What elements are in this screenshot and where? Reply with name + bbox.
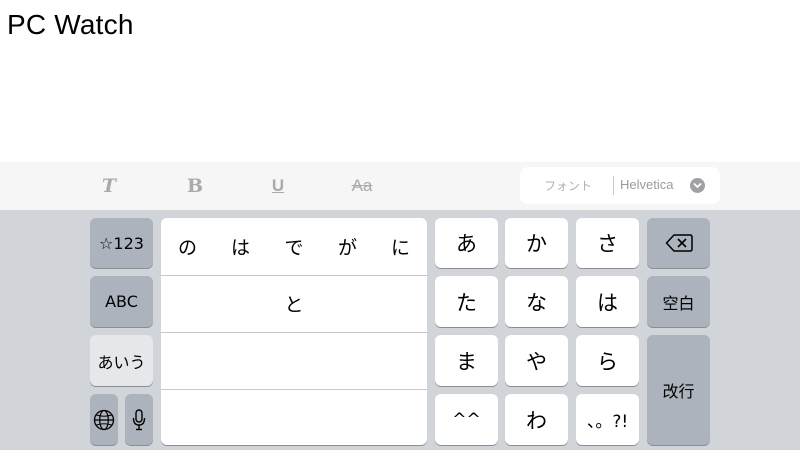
abc-key[interactable]: ABC xyxy=(90,276,153,327)
kana-key-wa[interactable]: わ xyxy=(505,394,568,445)
candidate-item[interactable]: と xyxy=(161,275,427,332)
kana-key-ma[interactable]: ま xyxy=(435,335,498,386)
underline-button[interactable]: U xyxy=(268,174,288,198)
chevron-down-icon[interactable] xyxy=(690,178,705,193)
kaomoji-key[interactable]: ^^ xyxy=(435,394,498,445)
kana-key-na[interactable]: な xyxy=(505,276,568,327)
candidate-row-empty xyxy=(161,332,427,390)
candidate-item[interactable]: の xyxy=(161,218,214,275)
microphone-icon[interactable] xyxy=(125,394,153,445)
candidate-panel: の は で が に と xyxy=(161,218,427,445)
enter-key[interactable]: 改行 xyxy=(647,335,710,445)
candidate-item[interactable]: が xyxy=(321,218,374,275)
candidate-item[interactable]: に xyxy=(374,218,427,275)
font-divider xyxy=(613,176,614,195)
document-title[interactable]: PC Watch xyxy=(7,9,134,41)
candidate-row: と xyxy=(161,275,427,333)
kana-key-a[interactable]: あ xyxy=(435,218,498,268)
numbers-key[interactable]: ☆123 xyxy=(90,218,153,268)
kana-key-ra[interactable]: ら xyxy=(576,335,639,386)
candidate-item[interactable]: で xyxy=(267,218,321,275)
strikethrough-button[interactable]: Aa xyxy=(344,174,380,198)
candidate-row-empty xyxy=(161,389,427,445)
kana-key-ta[interactable]: た xyxy=(435,276,498,327)
globe-icon[interactable] xyxy=(90,394,118,445)
font-value: Helvetica xyxy=(620,177,674,192)
candidate-row: の は で が に xyxy=(161,218,427,276)
font-selector[interactable]: フォント Helvetica xyxy=(520,167,720,204)
backspace-icon[interactable] xyxy=(647,218,710,268)
font-label: フォント xyxy=(544,179,593,193)
space-key[interactable]: 空白 xyxy=(647,276,710,327)
keyboard: ☆123 ABC あいう の は で が に と あ か さ た な は ま や… xyxy=(0,210,800,450)
document-area[interactable]: PC Watch xyxy=(0,0,800,162)
kana-key-ya[interactable]: や xyxy=(505,335,568,386)
punctuation-key[interactable]: 、。?! xyxy=(576,394,639,445)
candidate-item[interactable]: は xyxy=(214,218,267,275)
italic-button[interactable]: T xyxy=(100,174,118,198)
kana-key-sa[interactable]: さ xyxy=(576,218,639,268)
kana-key-ha[interactable]: は xyxy=(576,276,639,327)
bold-button[interactable]: B xyxy=(186,174,204,198)
kana-key[interactable]: あいう xyxy=(90,335,153,386)
kana-key-ka[interactable]: か xyxy=(505,218,568,268)
